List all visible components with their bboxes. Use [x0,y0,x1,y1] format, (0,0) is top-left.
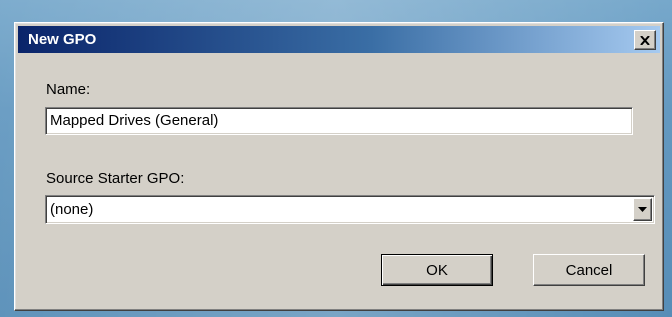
dialog-titlebar[interactable]: New GPO [18,26,660,53]
cancel-button[interactable]: Cancel [533,254,645,286]
ok-button[interactable]: OK [381,254,493,286]
close-button[interactable] [634,30,656,50]
dropdown-button[interactable] [633,198,652,221]
dialog-title: New GPO [28,31,97,48]
source-starter-gpo-value: (none) [50,201,94,218]
source-starter-gpo-select[interactable]: (none) [45,195,655,224]
name-label: Name: [46,81,91,98]
new-gpo-dialog: New GPO Name: Source Starter GPO: (none)… [14,22,664,311]
chevron-down-icon [638,206,647,212]
ok-button-label: OK [426,261,448,279]
name-input[interactable] [50,112,610,129]
source-starter-gpo-label: Source Starter GPO: [46,170,185,187]
close-icon [640,35,650,45]
cancel-button-label: Cancel [565,261,613,279]
name-field-box[interactable] [45,107,633,135]
